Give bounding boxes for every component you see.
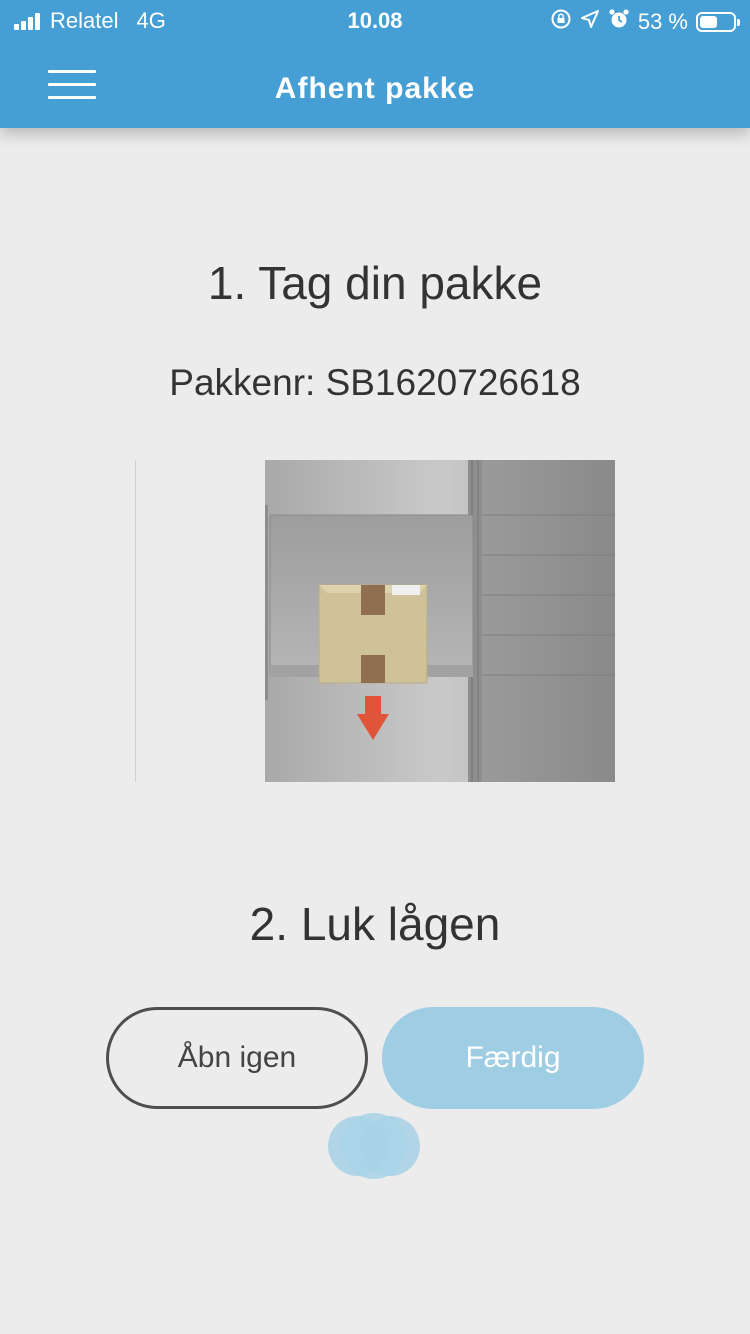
alarm-icon bbox=[608, 8, 630, 35]
loading-spinner-icon bbox=[328, 1113, 420, 1179]
locker-illustration bbox=[265, 460, 615, 782]
step2-heading: 2. Luk lågen bbox=[249, 898, 501, 950]
app-header: Relatel 4G 10.08 53 % Afhent pakke bbox=[0, 0, 750, 128]
battery-icon bbox=[696, 11, 740, 32]
rotation-lock-icon bbox=[550, 8, 572, 35]
battery-level bbox=[700, 15, 717, 28]
reopen-button[interactable]: Åbn igen bbox=[106, 1007, 368, 1109]
done-button[interactable]: Færdig bbox=[382, 1007, 644, 1109]
status-bar: Relatel 4G 10.08 53 % bbox=[0, 0, 750, 42]
package-number: Pakkenr: SB1620726618 bbox=[169, 362, 581, 403]
page-title: Afhent pakke bbox=[274, 72, 476, 105]
status-right: 53 % bbox=[542, 8, 740, 35]
package-icon bbox=[318, 584, 428, 684]
divider bbox=[135, 460, 136, 782]
location-arrow-icon bbox=[580, 9, 600, 34]
battery-percentage: 53 % bbox=[637, 8, 688, 34]
step1-heading: 1. Tag din pakke bbox=[207, 257, 543, 309]
